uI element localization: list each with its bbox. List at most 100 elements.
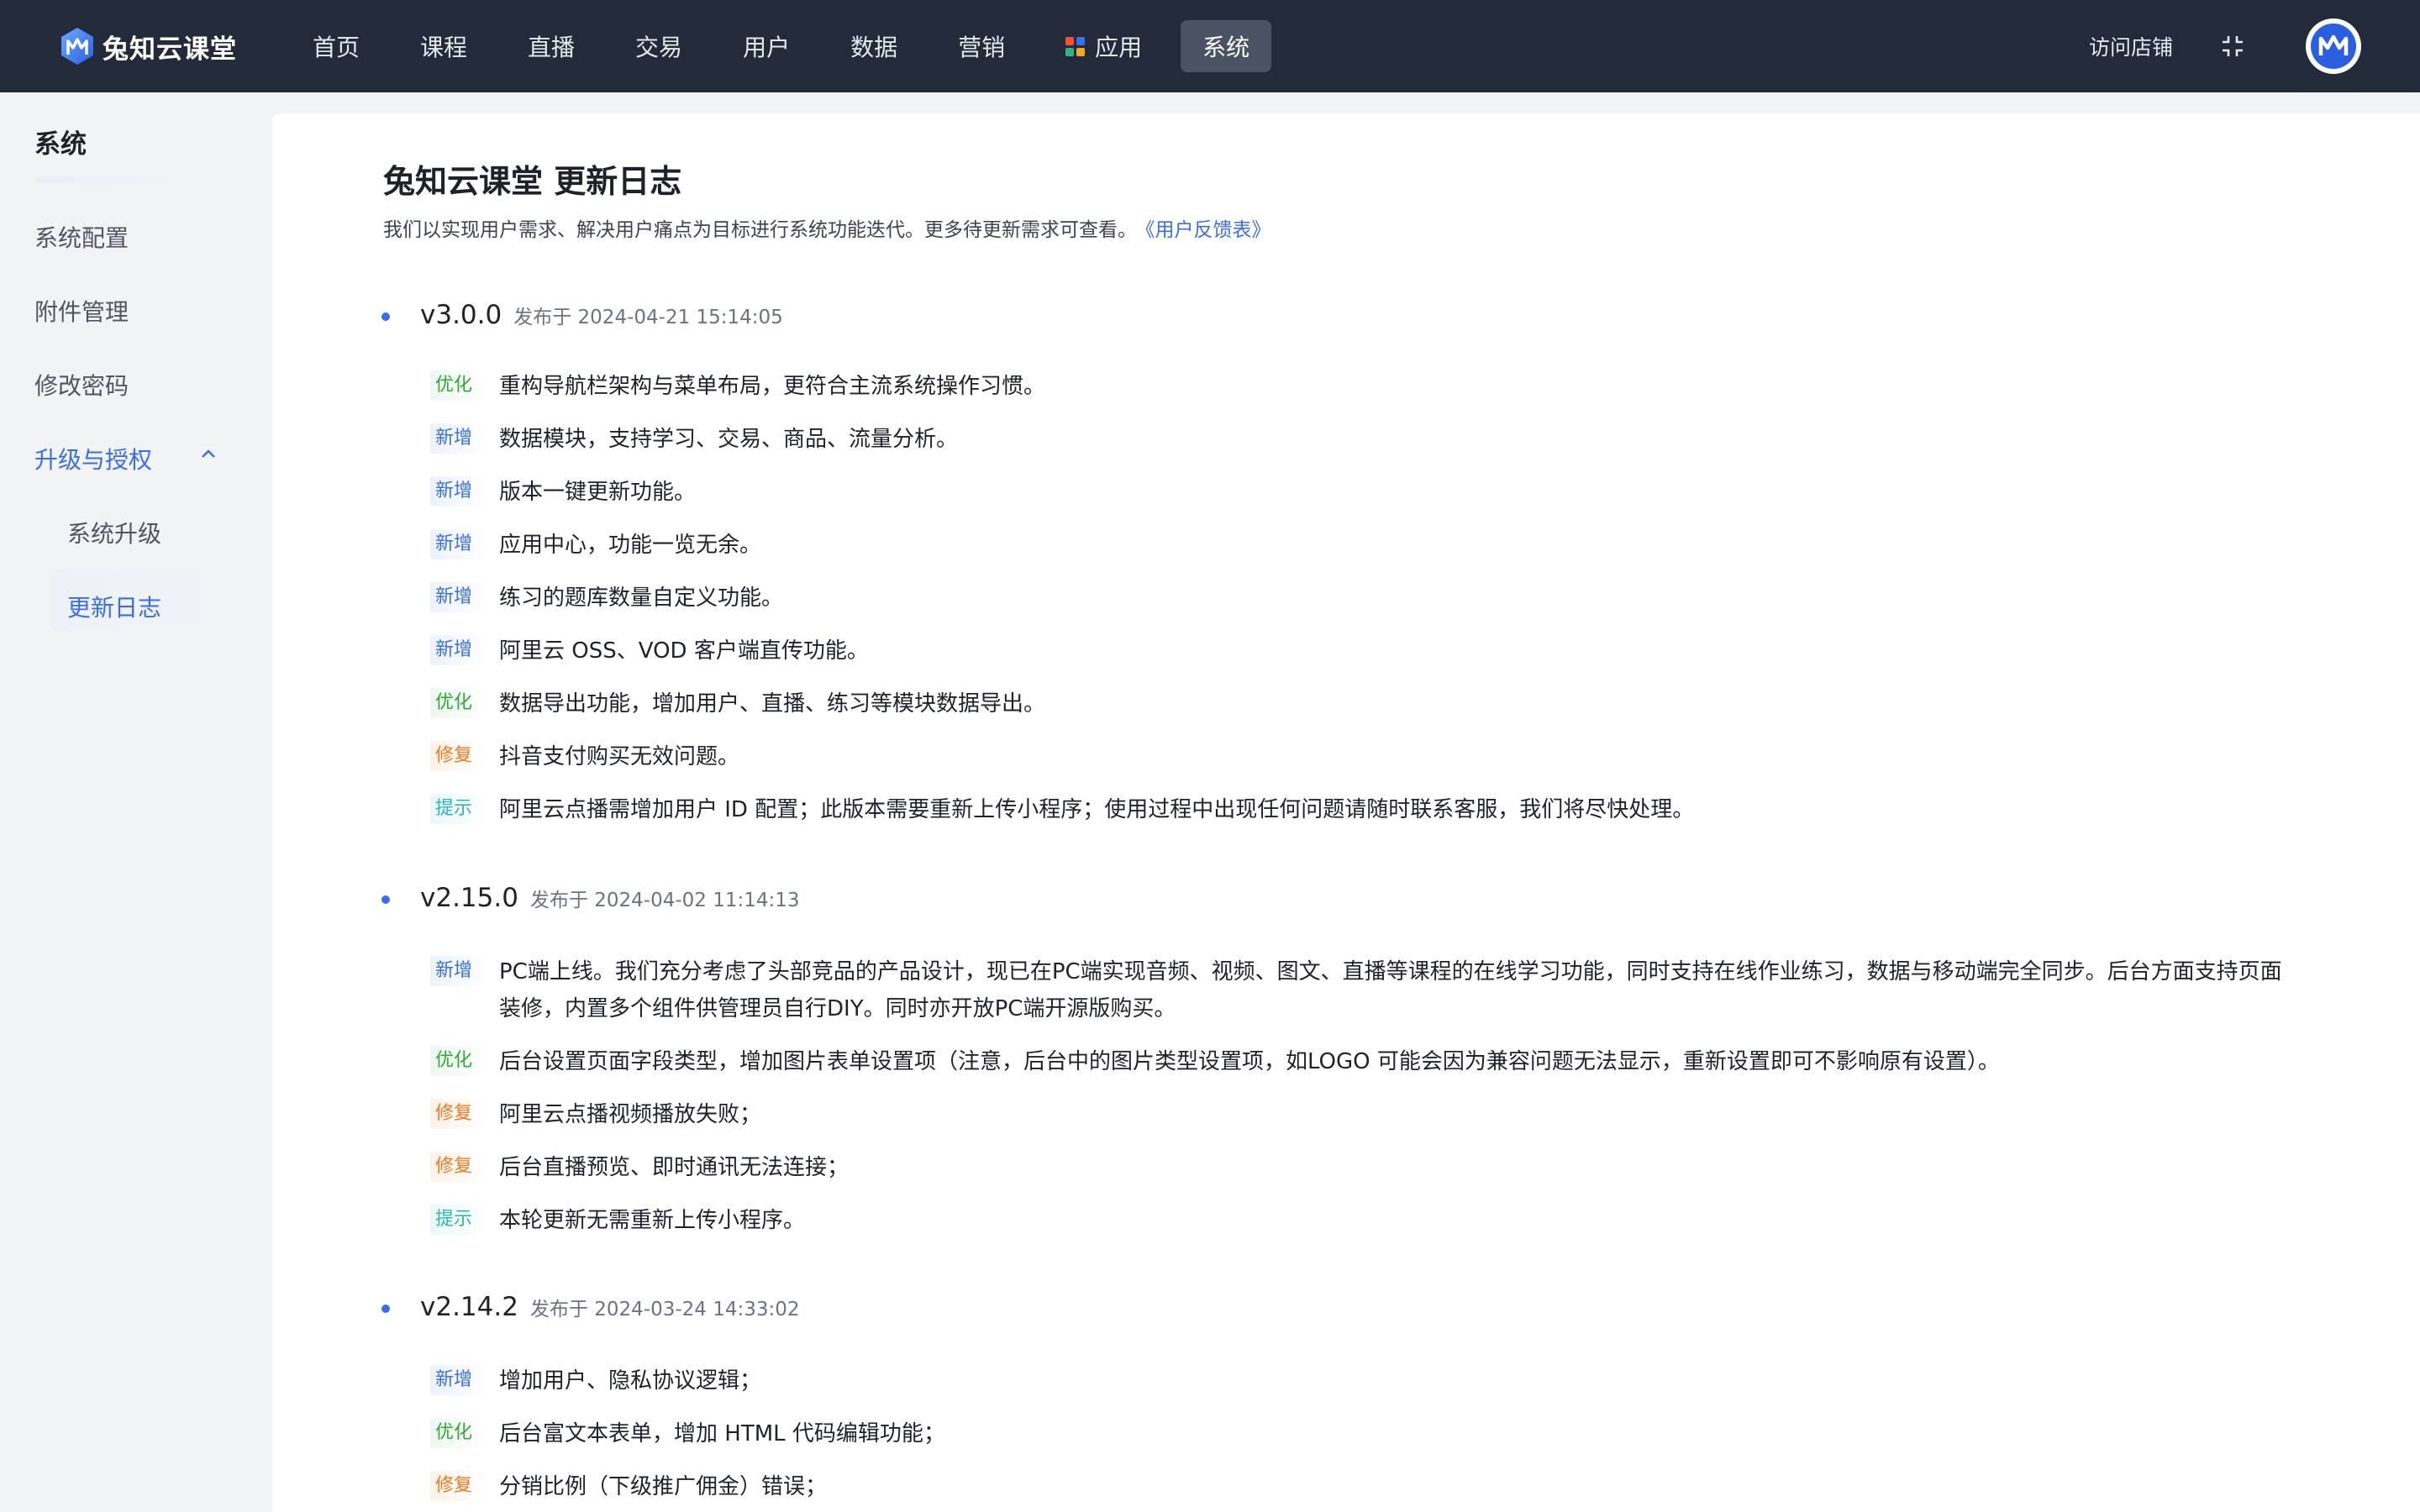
feedback-form-link[interactable]: 《用户反馈表》	[1145, 219, 1271, 241]
sidebar-item-attachments[interactable]: 附件管理	[34, 294, 129, 328]
changelog-entry: 优化 数据导出功能，增加用户、直播、练习等模块数据导出。	[430, 685, 1045, 722]
sidebar-group-label: 升级与授权	[34, 446, 153, 474]
timeline-dot	[381, 312, 390, 321]
entry-text: 应用中心，功能一览无余。	[499, 533, 762, 558]
entry-text: 重构导航栏架构与菜单布局，更符合主流系统操作习惯。	[499, 374, 1046, 399]
nav-item-courses[interactable]: 课程	[398, 20, 489, 72]
sidebar-item-change-password[interactable]: 修改密码	[34, 368, 129, 402]
release-date: 发布于 2024-04-02 11:14:13	[529, 890, 800, 911]
tag-fix: 修复	[430, 741, 489, 771]
tag-new: 新增	[430, 582, 489, 612]
nav-item-home[interactable]: 首页	[291, 20, 381, 72]
changelog-entry: 提示 本轮更新无需重新上传小程序。	[430, 1202, 805, 1239]
changelog-entry: 新增 阿里云 OSS、VOD 客户端直传功能。	[430, 633, 869, 669]
nav-label: 系统	[1202, 34, 1250, 61]
tag-tip: 提示	[430, 1205, 489, 1235]
nav-label: 数据	[850, 34, 898, 61]
nav-item-marketing[interactable]: 营销	[936, 20, 1027, 72]
version-number: v3.0.0	[420, 300, 502, 330]
tag-new: 新增	[430, 529, 489, 559]
entry-text: 增加用户、隐私协议逻辑；	[499, 1368, 762, 1394]
entry-text: PC端上线。我们充分考虑了头部竞品的产品设计，现已在PC端实现音频、视频、图文、…	[499, 959, 2282, 1021]
tag-new: 新增	[430, 635, 489, 665]
brand[interactable]: 兔知云课堂	[57, 26, 237, 66]
tag-optimize: 优化	[430, 688, 489, 718]
tag-optimize: 优化	[430, 370, 489, 401]
nav-item-users[interactable]: 用户	[721, 20, 812, 72]
entry-text: 本轮更新无需重新上传小程序。	[499, 1208, 806, 1233]
tag-optimize: 优化	[430, 1418, 489, 1448]
avatar[interactable]	[2306, 18, 2361, 74]
nav-item-data[interactable]: 数据	[829, 20, 919, 72]
entry-text: 数据导出功能，增加用户、直播、练习等模块数据导出。	[499, 691, 1046, 717]
changelog-entry: 新增 数据模块，支持学习、交易、商品、流量分析。	[430, 421, 958, 458]
nav-label: 首页	[313, 34, 360, 61]
visit-store-link[interactable]: 访问店铺	[2089, 31, 2173, 61]
tag-new: 新增	[430, 1365, 489, 1395]
content-card: 兔知云课堂 更新日志 我们以实现用户需求、解决用户痛点为目标进行系统功能迭代。更…	[272, 113, 2420, 1512]
changelog-entry: 优化 后台设置页面字段类型，增加图片表单设置项（注意，后台中的图片类型设置项，如L…	[430, 1043, 2000, 1080]
tag-optimize: 优化	[430, 1046, 489, 1076]
release-header: v3.0.0 发布于 2024-04-21 15:14:05	[381, 300, 783, 330]
changelog-entry: 修复 后台直播预览、即时通讯无法连接；	[430, 1149, 849, 1186]
nav-item-live[interactable]: 直播	[506, 20, 597, 72]
changelog-entry: 新增 应用中心，功能一览无余。	[430, 527, 761, 564]
nav-item-apps[interactable]: 应用	[1044, 20, 1164, 72]
nav-label: 用户	[743, 34, 791, 61]
timeline-dot	[381, 895, 390, 904]
sidebar-title: 系统	[34, 129, 87, 160]
release-date: 发布于 2024-03-24 14:33:02	[529, 1299, 800, 1320]
apps-grid-icon	[1065, 36, 1086, 56]
changelog-entry: 新增 练习的题库数量自定义功能。	[430, 580, 783, 617]
brand-name: 兔知云课堂	[103, 34, 237, 65]
release-header: v2.15.0 发布于 2024-04-02 11:14:13	[381, 883, 800, 913]
brand-logo-icon	[61, 28, 93, 65]
nav-label: 直播	[528, 34, 576, 61]
sidebar-item-changelog[interactable]: 更新日志	[67, 590, 161, 623]
tag-fix: 修复	[430, 1099, 489, 1129]
tag-new: 新增	[430, 956, 489, 986]
tag-tip: 提示	[430, 794, 489, 824]
entry-text: 阿里云点播视频播放失败；	[499, 1102, 762, 1127]
nav-item-system[interactable]: 系统	[1181, 20, 1272, 72]
entry-text: 抖音支付购买无效问题。	[499, 744, 740, 769]
changelog-entry: 新增 PC端上线。我们充分考虑了头部竞品的产品设计，现已在PC端实现音频、视频、图…	[430, 953, 2289, 1027]
sidebar-group-upgrade-license[interactable]: 升级与授权	[34, 442, 215, 475]
chevron-up-icon[interactable]	[199, 445, 218, 464]
entry-text: 版本一键更新功能。	[499, 480, 697, 505]
tag-new: 新增	[430, 423, 489, 454]
nav-label: 交易	[635, 34, 683, 61]
exit-fullscreen-icon[interactable]	[2220, 34, 2245, 59]
entry-text: 数据模块，支持学习、交易、商品、流量分析。	[499, 427, 959, 452]
changelog-entry: 优化 后台富文本表单，增加 HTML 代码编辑功能；	[430, 1415, 945, 1452]
sidebar-item-system-upgrade[interactable]: 系统升级	[67, 516, 161, 549]
user-avatar-logo-icon	[2311, 24, 2356, 69]
entry-text: 后台富文本表单，增加 HTML 代码编辑功能；	[499, 1421, 945, 1446]
tag-fix: 修复	[430, 1152, 489, 1182]
page-title: 兔知云课堂 更新日志	[383, 163, 682, 200]
changelog-entry: 提示 阿里云点播需增加用户 ID 配置；此版本需要重新上传小程序；使用过程中出现任…	[430, 791, 1694, 828]
nav-label: 课程	[420, 34, 468, 61]
sidebar-item-system-config[interactable]: 系统配置	[34, 220, 129, 254]
release-date: 发布于 2024-04-21 15:14:05	[513, 307, 783, 328]
page-description: 我们以实现用户需求、解决用户痛点为目标进行系统功能迭代。更多待更新需求可查看。《…	[383, 213, 1271, 242]
entry-text: 练习的题库数量自定义功能。	[499, 585, 784, 611]
entry-text: 分销比例（下级推广佣金）错误；	[499, 1474, 828, 1499]
topbar-actions: 访问店铺	[2089, 18, 2361, 74]
changelog-entry: 修复 分销比例（下级推广佣金）错误；	[430, 1468, 827, 1505]
entry-text: 阿里云点播需增加用户 ID 配置；此版本需要重新上传小程序；使用过程中出现任何问…	[499, 797, 1695, 822]
nav-label: 营销	[958, 34, 1006, 61]
entry-text: 后台直播预览、即时通讯无法连接；	[499, 1155, 850, 1180]
entry-text: 阿里云 OSS、VOD 客户端直传功能。	[499, 638, 869, 664]
timeline-dot	[381, 1305, 390, 1313]
sidebar-title-underline	[34, 176, 219, 183]
changelog-entry: 优化 重构导航栏架构与菜单布局，更符合主流系统操作习惯。	[430, 368, 1045, 405]
version-number: v2.15.0	[420, 883, 518, 913]
changelog-entry: 新增 版本一键更新功能。	[430, 474, 696, 511]
version-number: v2.14.2	[420, 1292, 518, 1322]
description-text: 我们以实现用户需求、解决用户痛点为目标进行系统功能迭代。更多待更新需求可查看。	[383, 219, 1137, 241]
nav-item-trade[interactable]: 交易	[613, 20, 704, 72]
main-nav: 首页 课程 直播 交易 用户 数据 营销 应用 系统	[291, 0, 1272, 92]
nav-label: 应用	[1095, 34, 1143, 61]
changelog-entry: 修复 阿里云点播视频播放失败；	[430, 1096, 761, 1133]
